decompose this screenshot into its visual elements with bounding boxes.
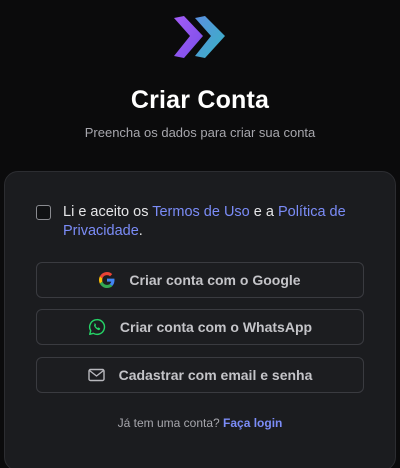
login-question: Já tem uma conta?: [117, 416, 224, 430]
email-signup-button[interactable]: Cadastrar com email e senha: [36, 357, 364, 393]
email-signup-label: Cadastrar com email e senha: [118, 367, 313, 383]
terms-checkbox[interactable]: [36, 205, 51, 220]
login-prompt: Já tem uma conta? Faça login: [0, 416, 400, 430]
terms-middle: e a: [249, 204, 278, 220]
whatsapp-signup-label: Criar conta com o WhatsApp: [119, 319, 313, 335]
mail-icon: [87, 368, 105, 382]
signup-page: Criar Conta Preencha os dados para criar…: [0, 0, 400, 468]
google-signup-label: Criar conta com o Google: [129, 272, 301, 288]
terms-prefix: Li e aceito os: [63, 204, 153, 220]
double-chevron-right-icon: [170, 12, 228, 64]
page-title: Criar Conta: [130, 86, 270, 114]
terms-suffix: .: [138, 223, 143, 239]
terms-agreement: Li e aceito os Termos de Uso e a Polític…: [32, 203, 372, 241]
google-signup-button[interactable]: Criar conta com o Google: [36, 262, 364, 298]
terms-of-use-link[interactable]: Termos de Uso: [152, 204, 250, 220]
page-subtitle: Preencha os dados para criar sua conta: [84, 125, 316, 140]
login-link[interactable]: Faça login: [223, 416, 282, 430]
whatsapp-signup-button[interactable]: Criar conta com o WhatsApp: [36, 309, 364, 345]
whatsapp-icon: [88, 318, 106, 336]
google-icon: [99, 272, 115, 288]
terms-text: Li e aceito os Termos de Uso e a Polític…: [63, 203, 372, 241]
